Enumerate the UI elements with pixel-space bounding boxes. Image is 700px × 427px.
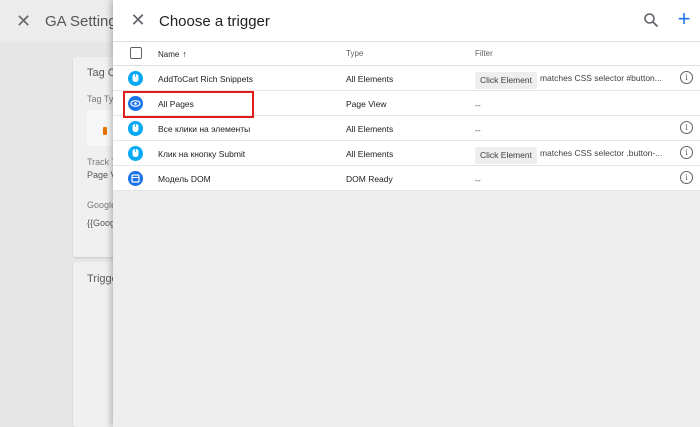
trigger-filter: Click Element matches CSS selector .butto… — [475, 145, 663, 164]
trigger-type: All Elements — [346, 149, 394, 159]
trigger-name: AddToCart Rich Snippets — [158, 74, 253, 84]
info-icon[interactable]: i — [680, 146, 693, 159]
filter-condition: matches CSS selector #button... — [539, 73, 662, 83]
filter-variable-chip: Click Element — [475, 147, 537, 164]
filter-empty: -- — [475, 100, 481, 110]
select-all-checkbox[interactable] — [130, 47, 142, 59]
table-header: Name ↑ Type Filter — [113, 42, 700, 66]
trigger-table: Name ↑ Type Filter AddToCart Rich Snippet… — [113, 42, 700, 191]
trigger-type: DOM Ready — [346, 174, 393, 184]
column-header-filter: Filter — [475, 49, 493, 58]
trigger-type: All Elements — [346, 124, 394, 134]
click-icon — [128, 71, 143, 86]
column-header-name[interactable]: Name ↑ — [158, 49, 187, 59]
trigger-name: Клик на кнопку Submit — [158, 149, 246, 159]
panel-title: Choose a trigger — [159, 13, 270, 30]
trigger-row[interactable]: Клик на кнопку Submit All Elements Click E… — [113, 141, 700, 166]
trigger-filter: Click Element matches CSS selector #butto… — [475, 70, 662, 89]
background-close-icon[interactable]: ✕ — [16, 11, 31, 32]
trigger-filter: -- — [475, 170, 481, 187]
choose-trigger-panel: ✕ Choose a trigger + Name ↑ Type Filter A… — [113, 0, 700, 427]
trigger-row[interactable]: Модель DOM DOM Ready -- i — [113, 166, 700, 191]
trigger-row[interactable]: Все клики на элементы All Elements -- i — [113, 116, 700, 141]
google-value: {{Goog — [87, 218, 116, 228]
trigger-type: All Elements — [346, 74, 394, 84]
trigger-name: All Pages — [158, 99, 194, 109]
tag-card-title: Tag C — [87, 67, 116, 79]
trigger-type: Page View — [346, 99, 387, 109]
info-icon[interactable]: i — [680, 171, 693, 184]
trigger-filter: -- — [475, 95, 481, 112]
filter-condition: matches CSS selector .button-... — [539, 148, 663, 158]
trigger-row[interactable]: All Pages Page View -- — [113, 91, 700, 116]
google-label: Google — [87, 200, 117, 210]
filter-empty: -- — [475, 125, 481, 135]
trigger-rows: AddToCart Rich Snippets All Elements Click… — [113, 66, 700, 191]
info-icon[interactable]: i — [680, 121, 693, 134]
search-icon[interactable] — [643, 12, 659, 28]
dom-icon — [128, 171, 143, 186]
trigger-row[interactable]: AddToCart Rich Snippets All Elements Click… — [113, 66, 700, 91]
trigger-filter: -- — [475, 120, 481, 137]
click-icon — [128, 146, 143, 161]
trigger-name: Модель DOM — [158, 174, 211, 184]
click-icon — [128, 121, 143, 136]
sort-ascending-icon: ↑ — [182, 49, 187, 59]
info-icon[interactable]: i — [680, 71, 693, 84]
column-name-label: Name — [158, 50, 180, 59]
column-header-type: Type — [346, 49, 364, 58]
filter-variable-chip: Click Element — [475, 72, 537, 89]
close-icon[interactable]: ✕ — [129, 11, 147, 29]
add-trigger-button[interactable]: + — [673, 8, 695, 31]
eye-icon — [128, 96, 143, 111]
filter-empty: -- — [475, 175, 481, 185]
trigger-name: Все клики на элементы — [158, 124, 251, 134]
panel-header: ✕ Choose a trigger + — [113, 0, 700, 42]
